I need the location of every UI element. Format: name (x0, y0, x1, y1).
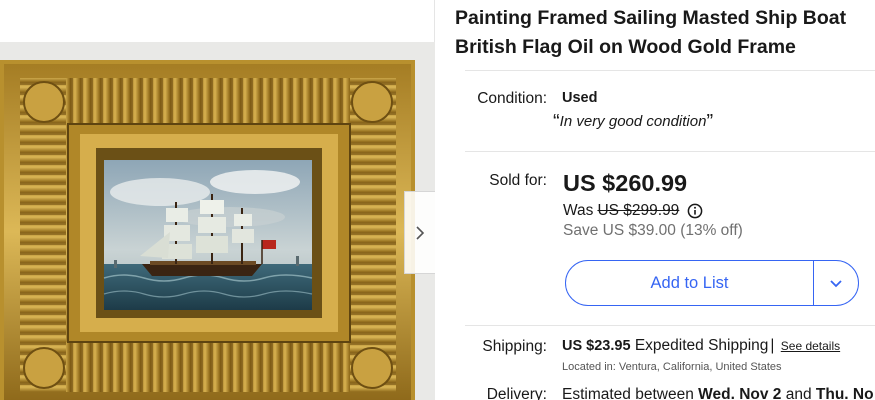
divider (465, 70, 875, 71)
price-label: Sold for: (489, 172, 547, 189)
image-gallery (0, 0, 435, 400)
info-icon[interactable] (687, 203, 703, 219)
delivery-prefix: Estimated between (562, 386, 694, 400)
shipping-cost: US $23.95 (562, 338, 631, 354)
see-details-link[interactable]: See details (781, 339, 840, 353)
item-details: Painting Framed Sailing Masted Ship Boat… (455, 0, 875, 400)
open-quote: “ (553, 111, 560, 133)
gallery-top-strip (0, 0, 435, 42)
was-price: US $299.99 (597, 202, 680, 219)
add-to-list-control: Add to List (565, 260, 859, 306)
sold-price: US $260.99 (563, 170, 688, 196)
delivery-estimate: Estimated between Wed. Nov 2 and Thu. No (562, 386, 874, 400)
was-price-row: Was US $299.99 (563, 202, 703, 220)
shipping-label: Shipping: (482, 338, 547, 355)
framed-ship-painting-image (0, 42, 435, 400)
shipping-info: US $23.95 Expedited Shipping | See detail… (562, 337, 840, 355)
add-to-list-dropdown-button[interactable] (814, 261, 858, 305)
condition-label: Condition: (477, 90, 547, 107)
condition-quote-text: In very good condition (559, 113, 707, 130)
product-photo[interactable] (0, 42, 435, 400)
separator: | (770, 337, 775, 354)
add-to-list-button[interactable]: Add to List (566, 261, 814, 305)
shipping-method: Expedited Shipping (634, 337, 769, 354)
condition-description: “In very good condition” (553, 111, 713, 134)
close-quote: ” (706, 111, 714, 133)
delivery-date-start: Wed. Nov 2 (698, 386, 782, 400)
divider (465, 151, 875, 152)
item-title-line1: Painting Framed Sailing Masted Ship Boat (455, 7, 847, 29)
delivery-label: Delivery: (486, 386, 547, 400)
was-label: Was (563, 202, 594, 219)
item-location: Located in: Ventura, California, United … (562, 361, 782, 373)
item-title: Painting Framed Sailing Masted Ship Boat… (455, 4, 875, 62)
next-image-button[interactable] (404, 191, 435, 274)
delivery-and: and (785, 386, 812, 400)
item-title-line2: British Flag Oil on Wood Gold Frame (455, 36, 796, 58)
savings-text: Save US $39.00 (13% off) (563, 222, 743, 239)
divider (465, 325, 875, 326)
chevron-down-icon (830, 279, 842, 287)
condition-value: Used (562, 90, 598, 106)
delivery-date-end: Thu. No (815, 386, 874, 400)
chevron-right-icon (416, 225, 425, 240)
